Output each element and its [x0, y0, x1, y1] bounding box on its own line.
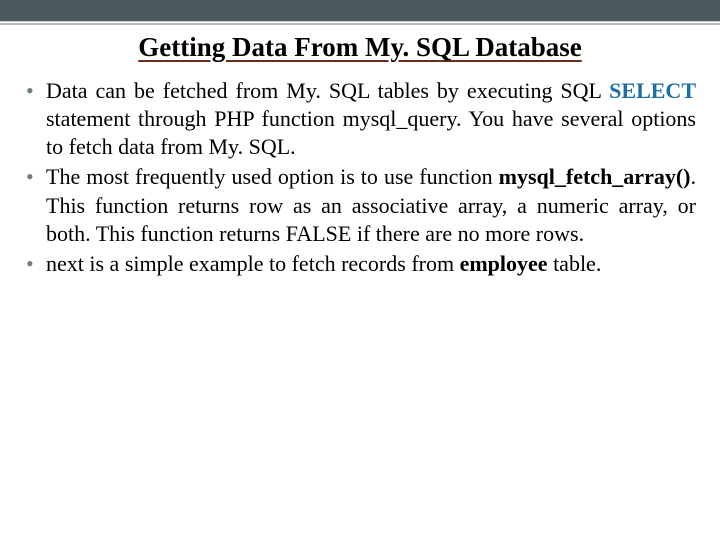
- keyword-employee: employee: [460, 251, 548, 276]
- bullet-text-pre: The most frequently used option is to us…: [46, 164, 499, 189]
- keyword-fetch-array: mysql_fetch_array(): [499, 164, 691, 189]
- content-area: Data can be fetched from My. SQL tables …: [0, 77, 720, 278]
- bullet-text-pre: Data can be fetched from My. SQL tables …: [46, 78, 609, 103]
- list-item: next is a simple example to fetch record…: [24, 250, 696, 278]
- bullet-list: Data can be fetched from My. SQL tables …: [24, 77, 696, 278]
- page-title: Getting Data From My. SQL Database: [0, 22, 720, 77]
- bullet-text-post: statement through PHP function mysql_que…: [46, 106, 696, 159]
- header-band: [0, 0, 720, 22]
- bullet-text-post: table.: [548, 251, 602, 276]
- keyword-select: SELECT: [609, 78, 696, 103]
- list-item: Data can be fetched from My. SQL tables …: [24, 77, 696, 161]
- bullet-text-pre: next is a simple example to fetch record…: [46, 251, 460, 276]
- list-item: The most frequently used option is to us…: [24, 163, 696, 247]
